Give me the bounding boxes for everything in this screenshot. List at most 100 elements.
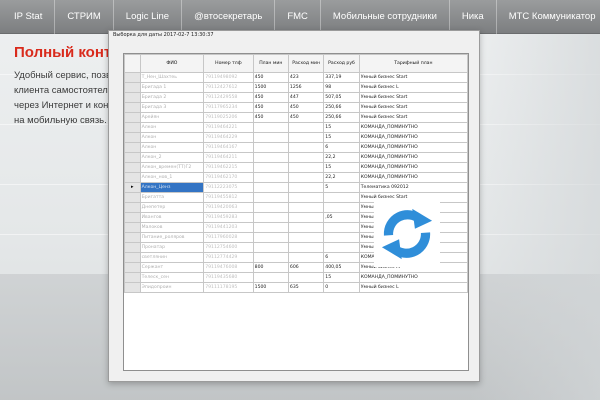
- cell-used-min: 447: [287, 92, 325, 103]
- row-selector[interactable]: [124, 82, 141, 93]
- row-selector[interactable]: [124, 142, 141, 153]
- cell-fio: Малоков: [139, 222, 205, 233]
- cell-cost-rub: 15: [323, 132, 360, 143]
- table-row[interactable]: Алкон_времен(ТТ)Г2 79119462215 15 КОМАНДА_П…: [124, 162, 468, 173]
- row-selector[interactable]: [124, 282, 141, 293]
- row-selector[interactable]: [124, 202, 141, 213]
- row-selector[interactable]: [124, 122, 141, 133]
- cell-phone: 79119459283: [203, 212, 254, 223]
- nav-item-stream[interactable]: СТРИМ: [55, 0, 114, 34]
- cell-fio: Сержант: [139, 262, 205, 273]
- cell-used-min: [287, 202, 325, 213]
- cell-cost-rub: 337,19: [323, 72, 360, 83]
- cell-tariff: КОМАНДА_ПОМИНУТНО: [358, 172, 468, 183]
- nav-item-mobile-employees[interactable]: Мобильные сотрудники: [321, 0, 450, 34]
- cell-phone: 79119464229: [203, 132, 254, 143]
- column-header-fio[interactable]: ФИО: [139, 54, 205, 73]
- cell-cost-rub: 250,66: [323, 102, 360, 113]
- nav-item-fmc[interactable]: FMC: [275, 0, 321, 34]
- description-line: на мобильную связь.: [14, 115, 107, 126]
- column-header-tariff[interactable]: Тарифный план: [358, 54, 468, 73]
- cell-cost-rub: 6: [323, 252, 360, 263]
- cell-plan-min: [252, 192, 289, 203]
- description-line: клиента самостоятел: [14, 85, 108, 96]
- cell-plan-min: 450: [252, 72, 289, 83]
- table-row[interactable]: Алкон 79119464221 15 КОМАНДА_ПОМИНУТНО: [124, 122, 468, 133]
- table-row[interactable]: Алкон_нов_1 79119462170 22,2 КОМАНДА_ПОМИНУ…: [124, 172, 468, 183]
- cell-used-min: [287, 132, 325, 143]
- column-header-phone[interactable]: Номер тлф: [203, 54, 254, 73]
- row-selector[interactable]: [124, 272, 141, 283]
- nav-item-mts-communicator[interactable]: МТС Коммуникатор: [497, 0, 600, 34]
- row-selector[interactable]: [124, 132, 141, 143]
- refresh-icon: [374, 201, 440, 267]
- row-selector[interactable]: [124, 72, 141, 83]
- row-selector[interactable]: [124, 242, 141, 253]
- row-selector[interactable]: [124, 192, 141, 203]
- cell-used-min: [287, 162, 325, 173]
- description-line: через Интернет и конт: [14, 100, 113, 111]
- cell-cost-rub: 15: [323, 272, 360, 283]
- cell-fio: Днепетер: [139, 202, 205, 213]
- cell-plan-min: 450: [252, 102, 289, 113]
- cell-plan-min: [252, 142, 289, 153]
- row-selector[interactable]: [124, 162, 141, 173]
- cell-phone: 79117960028: [203, 232, 254, 243]
- table-row[interactable]: Эпидопроин 79111178195 1500 635 0 Умный бизне…: [124, 282, 468, 293]
- row-selector[interactable]: [124, 222, 141, 233]
- row-selector[interactable]: [124, 232, 141, 243]
- table-row[interactable]: Телеск_сен 79119435680 15 КОМАНДА_ПОМИНУТНО: [124, 272, 468, 283]
- cell-phone: 79112754600: [203, 242, 254, 253]
- row-selector[interactable]: [124, 212, 141, 223]
- cell-tariff: Умный бизнес L: [358, 282, 468, 293]
- cell-tariff: Умный бизнес L: [358, 82, 468, 93]
- row-selector[interactable]: [124, 102, 141, 113]
- cell-cost-rub: 15: [323, 162, 360, 173]
- cell-fio: Алкон_2: [139, 152, 205, 163]
- column-header-selector: [124, 54, 141, 73]
- cell-tariff: Телематика 092012: [358, 182, 468, 193]
- table-row[interactable]: Бригада 1 79112427612 1500 1256 98 Умный бизн…: [124, 82, 468, 93]
- cell-cost-rub: 15: [323, 122, 360, 133]
- row-selector[interactable]: [124, 92, 141, 103]
- column-header-used-min[interactable]: Расход мин: [287, 54, 325, 73]
- cell-plan-min: [252, 222, 289, 233]
- row-selector[interactable]: ▸: [124, 182, 141, 193]
- row-selector[interactable]: [124, 112, 141, 123]
- row-selector[interactable]: [124, 152, 141, 163]
- cell-used-min: [287, 222, 325, 233]
- nav-item-nika[interactable]: Ника: [450, 0, 497, 34]
- page-description: Удобный сервис, позво клиента самостояте…: [14, 68, 116, 128]
- cell-tariff: КОМАНДА_ПОМИНУТНО: [358, 272, 468, 283]
- column-header-plan-min[interactable]: План мин: [252, 54, 289, 73]
- column-header-cost-rub[interactable]: Расход руб: [323, 54, 360, 73]
- row-selector[interactable]: [124, 262, 141, 273]
- cell-cost-rub: [323, 202, 360, 213]
- cell-used-min: 1256: [287, 82, 325, 93]
- cell-used-min: [287, 182, 325, 193]
- cell-fio: Алкон: [139, 122, 205, 133]
- cell-used-min: 606: [287, 262, 325, 273]
- cell-fio: Бригада 1: [139, 82, 205, 93]
- cell-plan-min: [252, 252, 289, 263]
- nav-item-autosecretary[interactable]: @втосекретарь: [182, 0, 276, 34]
- table-row[interactable]: Алкон_2 79119464211 22,2 КОМАНДА_ПОМИНУТНО: [124, 152, 468, 163]
- nav-item-logic-line[interactable]: Logic Line: [114, 0, 183, 34]
- cell-cost-rub: 6: [323, 142, 360, 153]
- cell-tariff: Умный бизнес Start: [358, 112, 468, 123]
- cell-plan-min: 800: [252, 262, 289, 273]
- table-row[interactable]: Бригада 3 79117965234 450 450 250,66 Умный би…: [124, 102, 468, 113]
- table-row[interactable]: ▸ Алкон_Ценз 79112223075 5 Телематика 092012: [124, 182, 468, 193]
- table-row[interactable]: Бригада 2 79112429558 450 447 507,05 Умный би…: [124, 92, 468, 103]
- cell-used-min: [287, 122, 325, 133]
- table-row[interactable]: Т_Нен_Шахтеь 79119498092 450 423 337,19 Умный…: [124, 72, 468, 83]
- row-selector[interactable]: [124, 172, 141, 183]
- table-row[interactable]: Алкон 79119464167 6 КОМАНДА_ПОМИНУТНО: [124, 142, 468, 153]
- cell-tariff: Умный бизнес Start: [358, 72, 468, 83]
- row-selector[interactable]: [124, 252, 141, 263]
- cell-used-min: 423: [287, 72, 325, 83]
- table-row[interactable]: Арейян 79119025206 450 450 250,66 Умный бизне…: [124, 112, 468, 123]
- cell-fio: Алкон_Ценз: [139, 182, 205, 193]
- table-row[interactable]: Алкон 79119464229 15 КОМАНДА_ПОМИНУТНО: [124, 132, 468, 143]
- nav-item-ip-stat[interactable]: IP Stat: [0, 0, 56, 34]
